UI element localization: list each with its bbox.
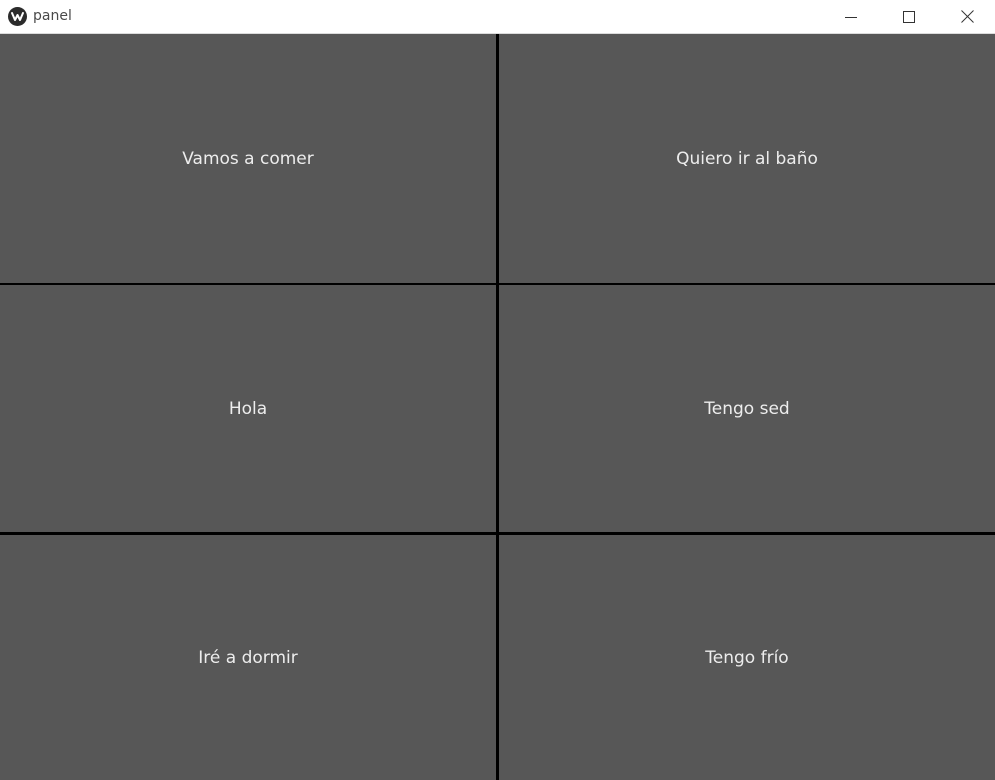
close-icon	[960, 10, 974, 23]
phrase-button-grid: Vamos a comer Quiero ir al baño Hola Ten…	[0, 34, 995, 780]
app-window: panel Vamos a comer Quiero ir al baño Ho…	[0, 0, 995, 780]
maximize-button[interactable]	[880, 0, 938, 33]
window-title: panel	[33, 8, 72, 24]
minimize-button[interactable]	[822, 0, 880, 33]
maximize-icon	[903, 10, 915, 23]
phrase-button-label: Hola	[228, 398, 268, 419]
phrase-button-ire-a-dormir[interactable]: Iré a dormir	[0, 535, 496, 780]
phrase-button-label: Tengo sed	[704, 398, 790, 419]
minimize-icon	[845, 16, 857, 18]
phrase-button-tengo-frio[interactable]: Tengo frío	[499, 535, 995, 780]
phrase-button-tengo-sed[interactable]: Tengo sed	[499, 285, 995, 532]
phrase-button-vamos-a-comer[interactable]: Vamos a comer	[0, 34, 496, 283]
phrase-button-quiero-ir-al-bano[interactable]: Quiero ir al baño	[499, 34, 995, 283]
phrase-button-hola[interactable]: Hola	[0, 285, 496, 532]
phrase-button-label: Quiero ir al baño	[676, 148, 818, 169]
title-bar[interactable]: panel	[0, 0, 995, 34]
phrase-button-label: Tengo frío	[705, 647, 789, 668]
phrase-button-label: Vamos a comer	[182, 148, 314, 169]
close-button[interactable]	[938, 0, 995, 33]
phrase-button-label: Iré a dormir	[198, 647, 298, 668]
kivy-logo-icon	[8, 7, 27, 26]
